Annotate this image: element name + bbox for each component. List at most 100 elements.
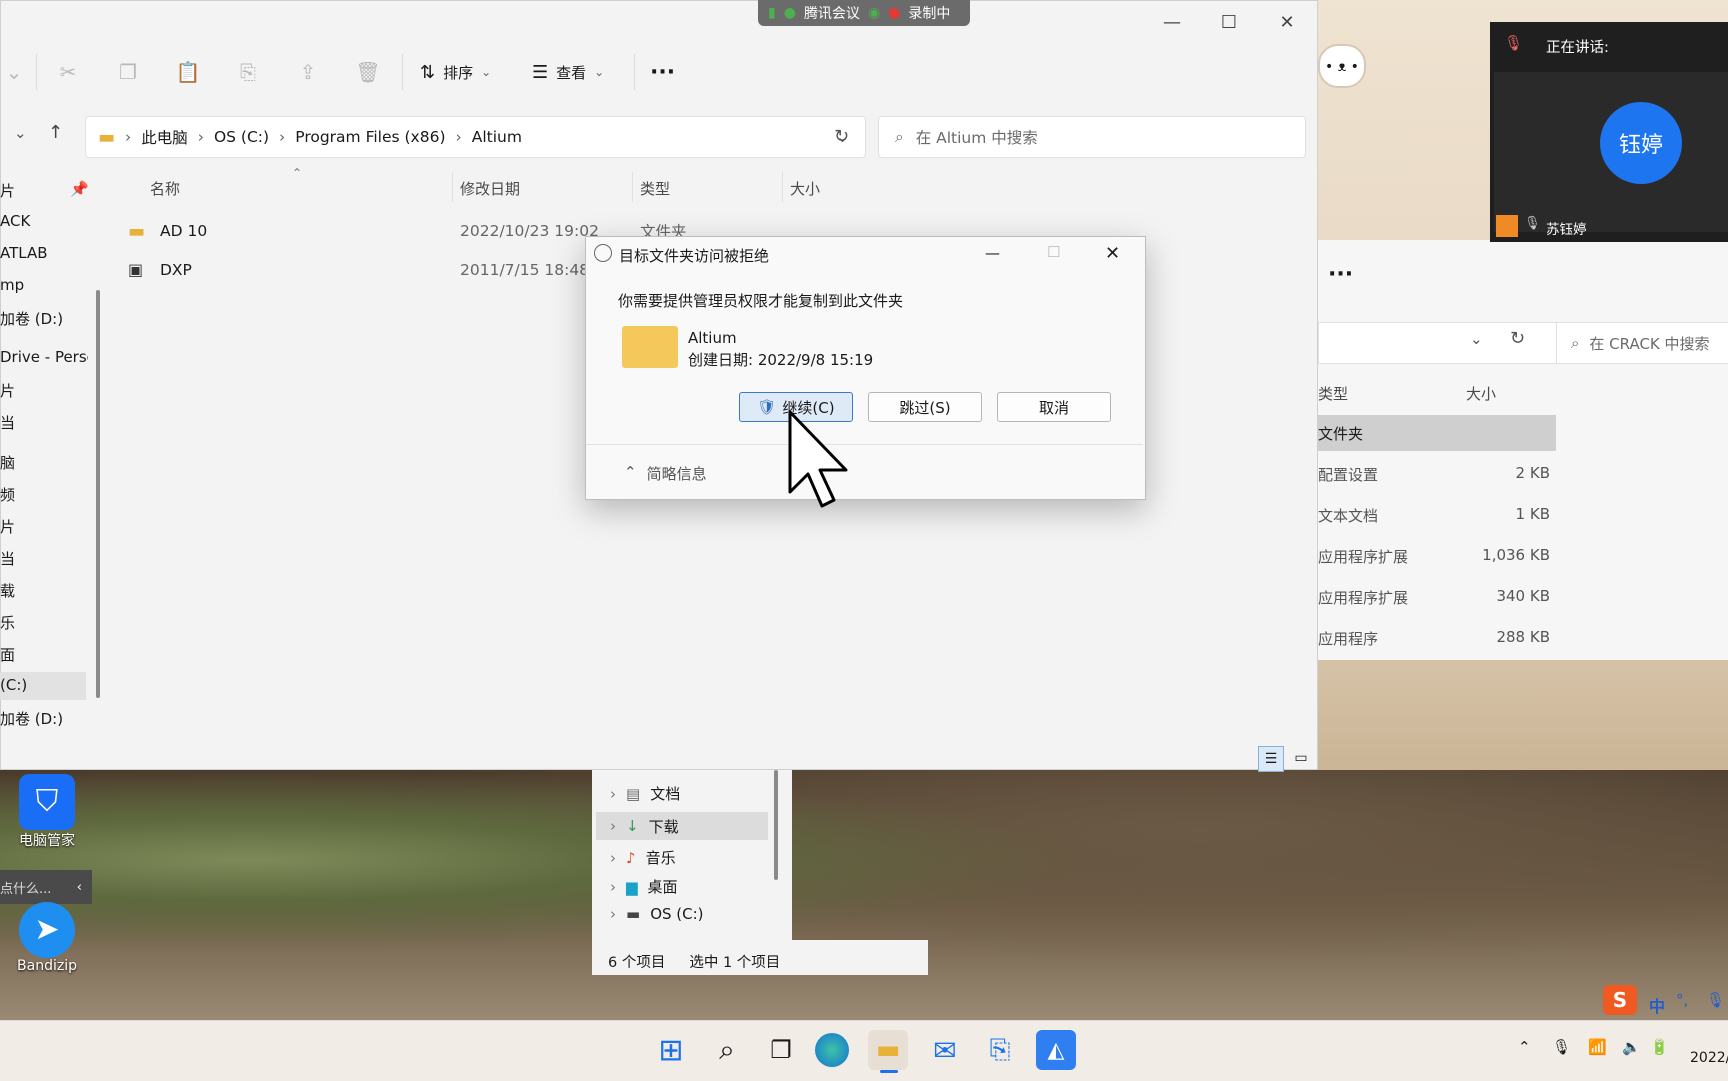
view-button[interactable]: ☰ 查看 ⌄: [532, 56, 604, 88]
file-row[interactable]: 应用程序 288 KB: [1318, 628, 1550, 649]
column-header-type[interactable]: 类型: [640, 178, 670, 199]
tree-item-c-drive[interactable]: › ▬ OS (C:): [610, 905, 704, 923]
clock-date[interactable]: 2022/: [1690, 1050, 1728, 1066]
breadcrumb-altium[interactable]: Altium: [472, 128, 522, 146]
nav-item[interactable]: ATLAB: [0, 244, 48, 262]
punctuation-icon[interactable]: °,: [1676, 991, 1688, 1009]
tree-item-desktop[interactable]: › ▆ 桌面: [610, 876, 678, 897]
column-header-size[interactable]: 大小: [1466, 383, 1496, 404]
chevron-down-icon[interactable]: ⌄: [1470, 330, 1483, 348]
maximize-button[interactable]: ☐: [1209, 8, 1249, 36]
nav-item[interactable]: ACK: [0, 212, 30, 230]
search-input[interactable]: ⌕ 在 CRACK 中搜索: [1556, 322, 1728, 364]
breadcrumb-this-pc[interactable]: 此电脑: [141, 126, 188, 148]
close-button[interactable]: ✕: [1267, 8, 1307, 36]
nav-item[interactable]: Drive - Perso: [0, 348, 88, 366]
details-view-icon[interactable]: ☰: [1258, 746, 1284, 772]
cancel-button[interactable]: 取消: [997, 392, 1111, 422]
delete-icon[interactable]: 🗑: [354, 58, 382, 86]
tooltip-hint[interactable]: 点什么... ‹: [0, 870, 92, 904]
nav-item[interactable]: 片: [0, 180, 15, 201]
dialog-minimize-button[interactable]: —: [985, 244, 1000, 262]
sogou-ime-icon[interactable]: S: [1603, 985, 1637, 1015]
file-explorer-icon[interactable]: ▬: [868, 1030, 908, 1070]
rename-icon[interactable]: ⎘: [234, 58, 262, 86]
column-header-size[interactable]: 大小: [790, 178, 820, 199]
recent-locations-chevron-icon[interactable]: ⌄: [14, 124, 27, 142]
nav-item[interactable]: mp: [0, 276, 24, 294]
background-explorer-window: ··· ⌄ ↻ ⌕ 在 CRACK 中搜索 类型 大小 文件夹 配置设置 2 KB…: [1318, 240, 1728, 660]
file-row[interactable]: 文件夹: [1318, 423, 1554, 444]
column-header-name[interactable]: 名称: [150, 178, 180, 199]
participant-avatar-icon: [1496, 215, 1518, 237]
search-icon[interactable]: ⌕: [707, 1030, 747, 1070]
file-row[interactable]: 文本文档 1 KB: [1318, 505, 1550, 526]
more-options-button[interactable]: ···: [1328, 262, 1353, 287]
breadcrumb-program-files[interactable]: Program Files (x86): [295, 128, 445, 146]
more-options-button[interactable]: ···: [650, 56, 675, 88]
nav-item[interactable]: (C:): [0, 676, 27, 694]
desktop-icon-bandizip[interactable]: ➤ Bandizip: [12, 902, 82, 974]
nav-item[interactable]: 脑: [0, 452, 15, 473]
details-toggle[interactable]: ⌃ 简略信息: [624, 463, 707, 484]
address-bar[interactable]: ▬ › 此电脑 › OS (C:) › Program Files (x86) …: [85, 116, 866, 158]
battery-icon[interactable]: 🔋: [1650, 1038, 1669, 1056]
ime-language[interactable]: 中: [1649, 993, 1665, 1017]
desktop-icon-pc-manager[interactable]: ⛉ 电脑管家: [12, 774, 82, 850]
volume-icon[interactable]: 🔈: [1622, 1038, 1641, 1056]
document-icon: ▤: [626, 784, 641, 803]
microphone-icon[interactable]: 🎙: [1552, 1038, 1571, 1056]
file-row[interactable]: 应用程序扩展 1,036 KB: [1318, 546, 1550, 567]
document-app-icon[interactable]: ⎘: [980, 1030, 1020, 1070]
chevron-up-icon[interactable]: ⌃: [1518, 1038, 1531, 1056]
nav-item[interactable]: 载: [0, 580, 15, 601]
skip-button[interactable]: 跳过(S): [868, 392, 982, 422]
up-arrow-icon[interactable]: ↑: [48, 122, 63, 143]
nav-item[interactable]: 频: [0, 484, 15, 505]
share-icon[interactable]: ⇪: [294, 58, 322, 86]
file-row[interactable]: 配置设置 2 KB: [1318, 464, 1550, 485]
sort-icon: ⇅: [420, 61, 436, 83]
wifi-icon[interactable]: 📶: [1588, 1038, 1607, 1056]
meeting-floating-bar[interactable]: ▮ ● 腾讯会议 ◉ ● 录制中: [758, 0, 970, 26]
file-row[interactable]: ▣ DXP 2011/7/15 18:48: [128, 260, 640, 279]
task-view-icon[interactable]: ❐: [761, 1030, 801, 1070]
column-header-date[interactable]: 修改日期: [460, 178, 520, 199]
nav-item[interactable]: 加卷 (D:): [0, 308, 63, 329]
tree-item-downloads[interactable]: › ↓ 下载: [596, 812, 768, 840]
status-dot-icon: ●: [783, 5, 796, 21]
sort-button[interactable]: ⇅ 排序 ⌄: [420, 56, 491, 88]
nav-item[interactable]: 片: [0, 516, 15, 537]
cut-icon[interactable]: ✂: [54, 58, 82, 86]
start-icon[interactable]: ⊞: [651, 1030, 691, 1070]
nav-item[interactable]: 当: [0, 412, 15, 433]
nav-pane-scrollbar[interactable]: [96, 290, 100, 698]
active-indicator: [880, 1070, 898, 1073]
meeting-app-icon[interactable]: ◭: [1036, 1030, 1076, 1070]
breadcrumb-c-drive[interactable]: OS (C:): [214, 128, 269, 146]
music-icon: ♪: [626, 848, 636, 867]
copy-icon[interactable]: ❐: [114, 58, 142, 86]
paste-icon[interactable]: 📋: [174, 58, 202, 86]
minimize-button[interactable]: —: [1152, 8, 1192, 36]
scrollbar[interactable]: [774, 770, 778, 880]
nav-item[interactable]: 乐: [0, 612, 15, 633]
chevron-down-icon[interactable]: ⌄: [0, 58, 28, 86]
search-input[interactable]: ⌕ 在 Altium 中搜索: [878, 116, 1306, 158]
tree-item-documents[interactable]: › ▤ 文档: [610, 783, 680, 804]
edge-icon[interactable]: [815, 1033, 849, 1067]
tree-item-music[interactable]: › ♪ 音乐: [610, 847, 676, 868]
column-header-type[interactable]: 类型: [1318, 383, 1348, 404]
large-icons-view-icon[interactable]: ▭: [1289, 746, 1313, 770]
nav-item[interactable]: 加卷 (D:): [0, 708, 63, 729]
refresh-icon[interactable]: ↻: [834, 126, 849, 147]
nav-item[interactable]: 当: [0, 548, 15, 569]
nav-item[interactable]: 面: [0, 644, 15, 665]
file-row[interactable]: 应用程序扩展 340 KB: [1318, 587, 1550, 608]
mic-icon[interactable]: 🎙: [1706, 991, 1725, 1009]
nav-item[interactable]: 片: [0, 380, 15, 401]
folder-icon: ▬: [98, 126, 116, 148]
refresh-icon[interactable]: ↻: [1510, 328, 1525, 349]
dialog-close-button[interactable]: ✕: [1105, 243, 1120, 264]
mail-icon[interactable]: ✉: [925, 1030, 965, 1070]
